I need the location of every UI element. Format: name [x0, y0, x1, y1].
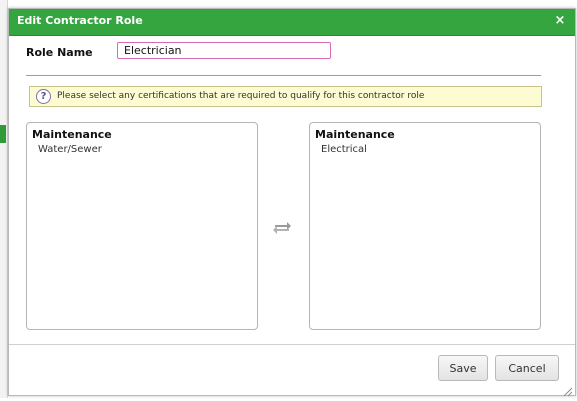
dialog-titlebar[interactable]: Edit Contractor Role × — [9, 9, 575, 36]
available-group-heading: Maintenance — [32, 128, 112, 141]
header-divider — [26, 75, 541, 76]
role-name-label: Role Name — [26, 46, 93, 59]
cancel-button[interactable]: Cancel — [495, 355, 559, 381]
swap-arrows-icon[interactable] — [272, 219, 292, 235]
background-page-edge — [0, 0, 8, 398]
info-message-text: Please select any certifications that ar… — [57, 91, 425, 101]
role-name-input[interactable] — [117, 42, 331, 59]
footer-divider — [9, 344, 575, 345]
edit-contractor-role-dialog: Edit Contractor Role × Role Name ? Pleas… — [8, 8, 576, 397]
background-page-accent — [0, 125, 6, 143]
help-icon: ? — [36, 89, 51, 104]
selected-group-heading: Maintenance — [315, 128, 395, 141]
selected-item-electrical[interactable]: Electrical — [321, 144, 367, 155]
available-item-water-sewer[interactable]: Water/Sewer — [38, 144, 102, 155]
info-message: ? Please select any certifications that … — [29, 86, 542, 107]
available-certifications-list[interactable]: Maintenance Water/Sewer — [26, 122, 258, 330]
resize-grip-icon[interactable] — [562, 382, 573, 397]
dialog-title: Edit Contractor Role — [17, 14, 143, 27]
close-icon[interactable]: × — [552, 12, 568, 30]
save-button[interactable]: Save — [438, 355, 488, 381]
selected-certifications-list[interactable]: Maintenance Electrical — [309, 122, 541, 330]
